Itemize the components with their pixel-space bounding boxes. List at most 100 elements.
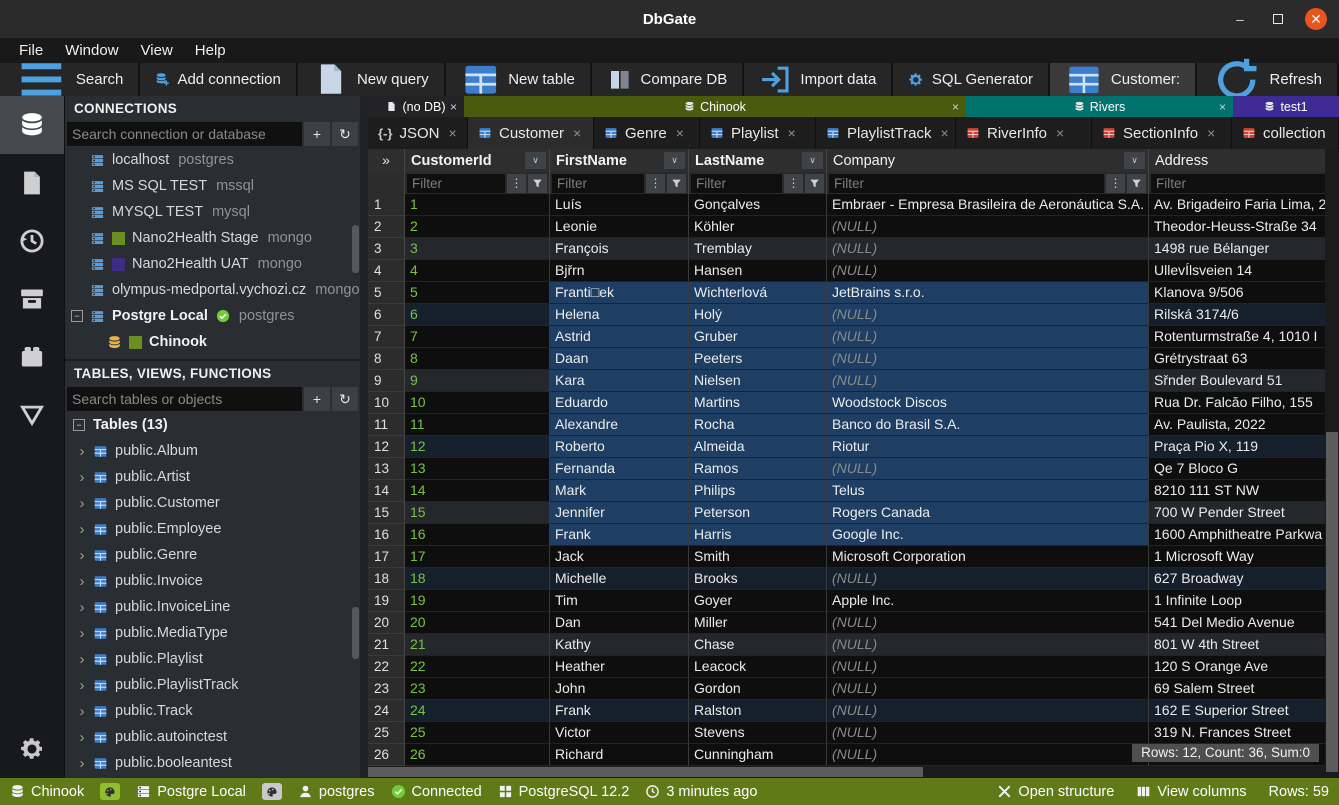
cell-first[interactable]: Mark [550,480,689,502]
cell-company[interactable]: (NULL) [827,656,1149,678]
rail-triangle-item[interactable] [0,386,64,444]
column-header-company[interactable]: Company∨ [827,149,1149,172]
cell-address[interactable]: 541 Del Medio Avenue [1149,612,1325,634]
row-number[interactable]: 20 [368,612,405,634]
funnel-icon[interactable] [805,174,824,193]
cell-first[interactable]: Fernanda [550,458,689,480]
cell-address[interactable]: 69 Salem Street [1149,678,1325,700]
row-number[interactable]: 25 [368,722,405,744]
cell-first[interactable]: François [550,238,689,260]
table-item[interactable]: ›public.autoinctest [65,724,360,750]
connections-refresh-button[interactable]: ↻ [332,122,358,146]
cell-id[interactable]: 22 [405,656,550,678]
funnel-icon[interactable] [528,174,547,193]
row-number[interactable]: 13 [368,458,405,480]
connection-item[interactable]: olympus-medportal.vychozi.czmongo [65,277,360,303]
cell-last[interactable]: Almeida [689,436,827,458]
statusbar-postgre-local[interactable]: Postgre Local [136,784,246,800]
table-item[interactable]: ›public.Artist [65,464,360,490]
tab-genre[interactable]: Genre× [594,117,700,149]
toolbar-add-connection-button[interactable]: Add connection [140,63,295,96]
cell-id[interactable]: 6 [405,304,550,326]
cell-last[interactable]: Tremblay [689,238,827,260]
close-icon[interactable]: × [573,125,581,141]
row-number[interactable]: 21 [368,634,405,656]
add-connection-plus-button[interactable]: + [304,122,330,146]
chevron-right-icon[interactable]: › [75,755,89,772]
filter-menu-icon[interactable]: ⋮ [784,174,803,193]
column-dropdown-icon[interactable]: ∨ [1124,152,1145,169]
column-dropdown-icon[interactable]: ∨ [664,152,685,169]
cell-company[interactable]: (NULL) [827,744,1149,766]
cell-last[interactable]: Gruber [689,326,827,348]
toolbar-search-button[interactable]: Search [0,63,138,96]
tab-playlist[interactable]: Playlist× [700,117,816,149]
cell-company[interactable]: JetBrains s.r.o. [827,282,1149,304]
toolbar-context-table-button[interactable]: Customer: [1050,63,1195,96]
row-number[interactable]: 10 [368,392,405,414]
cell-address[interactable]: 627 Broadway [1149,568,1325,590]
cell-company[interactable]: (NULL) [827,678,1149,700]
cell-first[interactable]: Frank [550,700,689,722]
cell-last[interactable]: Holý [689,304,827,326]
cell-address[interactable]: Klanova 9/506 [1149,282,1325,304]
row-number[interactable]: 9 [368,370,405,392]
cell-address[interactable]: 1 Microsoft Way [1149,546,1325,568]
cell-last[interactable]: Chase [689,634,827,656]
filter-input-last[interactable]: Filter [691,174,782,193]
cell-first[interactable]: Dan [550,612,689,634]
cell-company[interactable]: (NULL) [827,700,1149,722]
close-icon[interactable]: × [1056,125,1064,141]
filter-input-first[interactable]: Filter [552,174,644,193]
filter-menu-icon[interactable]: ⋮ [1106,174,1125,193]
table-item[interactable]: ›public.Invoice [65,568,360,594]
table-item[interactable]: ›public.MediaType [65,620,360,646]
close-button[interactable]: ✕ [1305,8,1327,30]
cell-address[interactable]: Av. Brigadeiro Faria Lima, 2 [1149,194,1325,216]
statusbar-chinook[interactable]: Chinook [10,784,84,800]
column-header-id[interactable]: CustomerId∨ [405,149,550,172]
tab-group-chinook[interactable]: Chinook× [464,96,966,117]
cell-address[interactable]: 8210 111 ST NW [1149,480,1325,502]
toolbar-new-query-button[interactable]: New query [298,63,444,96]
chevron-right-icon[interactable]: › [75,495,89,512]
cell-last[interactable]: Leacock [689,656,827,678]
cell-company[interactable]: Microsoft Corporation [827,546,1149,568]
cell-company[interactable]: Rogers Canada [827,502,1149,524]
cell-address[interactable]: 162 E Superior Street [1149,700,1325,722]
table-item[interactable]: ›public.booleantest [65,750,360,776]
cell-id[interactable]: 11 [405,414,550,436]
cell-first[interactable]: John [550,678,689,700]
table-item[interactable]: ›public.PlaylistTrack [65,672,360,698]
cell-first[interactable]: Tim [550,590,689,612]
row-number[interactable]: 16 [368,524,405,546]
chevron-right-icon[interactable]: › [75,703,89,720]
toolbar-sql-generator-button[interactable]: SQL Generator [893,63,1048,96]
cell-address[interactable]: 700 W Pender Street [1149,502,1325,524]
connection-item[interactable]: Nano2Health UATmongo [65,251,360,277]
row-number[interactable]: 11 [368,414,405,436]
close-icon[interactable]: × [1219,100,1226,114]
column-header-first[interactable]: FirstName∨ [550,149,689,172]
cell-company[interactable]: (NULL) [827,216,1149,238]
rail-history-item[interactable] [0,212,64,270]
table-item[interactable]: ›public.Album [65,438,360,464]
horizontal-scrollbar[interactable] [368,766,1325,778]
cell-address[interactable]: Rotenturmstraße 4, 1010 I [1149,326,1325,348]
column-dropdown-icon[interactable]: ∨ [802,152,823,169]
cell-id[interactable]: 15 [405,502,550,524]
cell-company[interactable]: (NULL) [827,722,1149,744]
cell-company[interactable]: (NULL) [827,260,1149,282]
cell-last[interactable]: Philips [689,480,827,502]
tab-riverinfo[interactable]: RiverInfo× [956,117,1092,149]
cell-address[interactable]: UllevÍlsveien 14 [1149,260,1325,282]
table-item[interactable]: ›public.Playlist [65,646,360,672]
grid-corner-button[interactable]: » [368,149,405,172]
cell-address[interactable]: 1498 rue Bélanger [1149,238,1325,260]
cell-address[interactable]: 120 S Orange Ave [1149,656,1325,678]
cell-last[interactable]: Ralston [689,700,827,722]
cell-address[interactable]: Praça Pio X, 119 [1149,436,1325,458]
cell-last[interactable]: Martins [689,392,827,414]
vertical-scrollbar[interactable] [1325,149,1339,778]
cell-last[interactable]: Peeters [689,348,827,370]
